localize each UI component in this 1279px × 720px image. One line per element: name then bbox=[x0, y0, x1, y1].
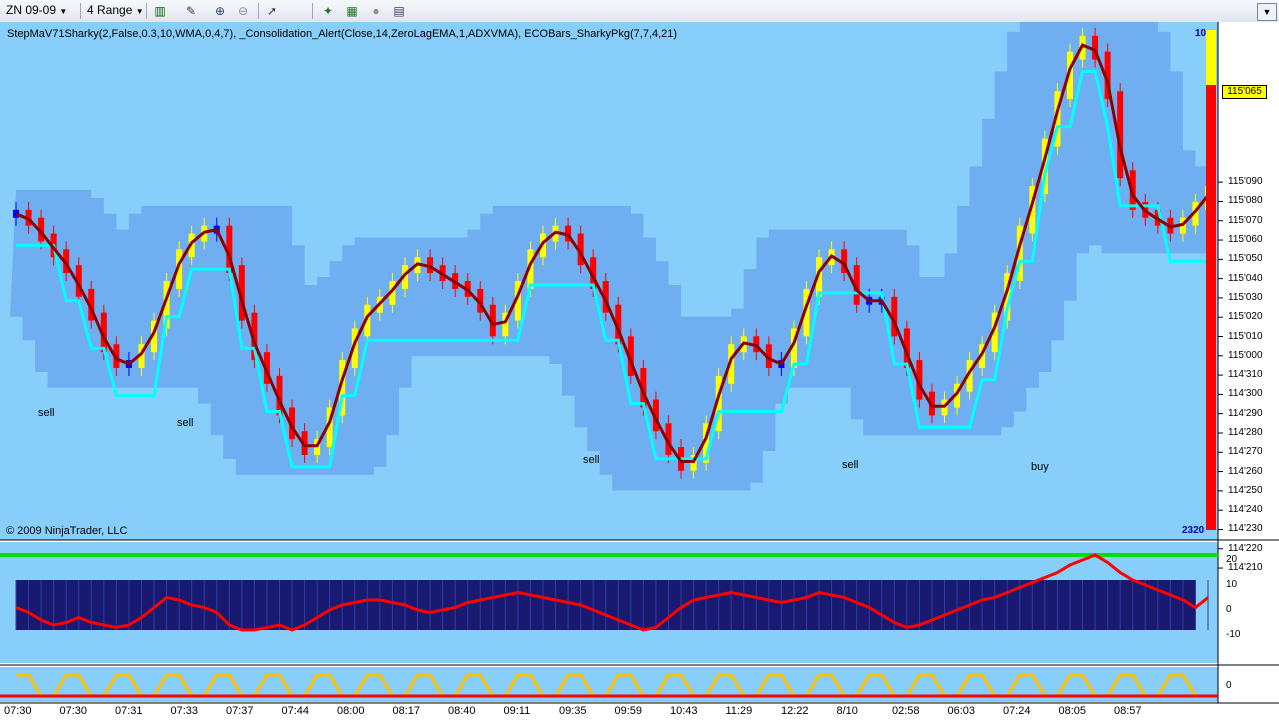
indicator-axis-tick: 20 bbox=[1226, 554, 1238, 565]
time-axis-tick: 07:33 bbox=[170, 705, 199, 717]
chevron-down-icon: ▼ bbox=[135, 7, 144, 16]
indicator-axis-tick: 0 bbox=[1226, 604, 1232, 615]
toolbar-separator bbox=[258, 3, 259, 19]
price-axis-tick: 114'270 bbox=[1228, 446, 1263, 458]
bar-type-icon[interactable]: ▥ bbox=[152, 3, 168, 19]
cursor-icon[interactable]: ➚ bbox=[264, 3, 280, 19]
price-axis-tick: 115'090 bbox=[1228, 176, 1263, 188]
copyright-label: © 2009 NinjaTrader, LLC bbox=[6, 525, 128, 537]
time-axis-tick: 06:03 bbox=[947, 705, 976, 717]
time-axis-tick: 07:30 bbox=[59, 705, 88, 717]
price-level-bar bbox=[1206, 85, 1216, 530]
chart-svg[interactable] bbox=[0, 22, 1279, 720]
price-axis-tick: 114'220 bbox=[1228, 542, 1263, 554]
price-axis-tick: 115'060 bbox=[1228, 234, 1263, 246]
interval-label: 4 Range bbox=[87, 3, 133, 17]
zoom-in-icon[interactable]: ⊕ bbox=[212, 3, 228, 19]
time-axis-tick: 09:11 bbox=[503, 705, 531, 717]
price-axis-tick: 115'020 bbox=[1228, 311, 1263, 323]
sell-annotation: sell bbox=[177, 417, 194, 429]
interval-dropdown[interactable]: 4 Range ▼ bbox=[87, 2, 144, 19]
time-axis-tick: 02:58 bbox=[892, 705, 920, 717]
chevron-down-icon[interactable]: ▼ bbox=[1257, 3, 1277, 21]
time-axis-tick: 08:40 bbox=[448, 705, 476, 717]
indicator-axis-tick: 10 bbox=[1226, 579, 1238, 590]
toolbar-separator bbox=[146, 3, 147, 19]
sell-annotation: sell bbox=[38, 407, 55, 419]
sell-annotation: sell bbox=[842, 459, 859, 471]
chart-area[interactable]: StepMaV71Sharky(2,False,0.3,10,WMA,0,4,7… bbox=[0, 22, 1279, 720]
indicator-icon[interactable]: ▦ bbox=[344, 3, 360, 19]
price-axis-tick: 114'250 bbox=[1228, 484, 1263, 496]
time-axis-tick: 07:37 bbox=[226, 705, 254, 717]
price-axis-tick: 114'310 bbox=[1228, 369, 1263, 381]
current-price-marker: 115'065 bbox=[1222, 85, 1267, 99]
indicator-axis-tick: -10 bbox=[1226, 629, 1241, 640]
time-axis-tick: 08:00 bbox=[337, 705, 365, 717]
price-axis-tick: 115'000 bbox=[1228, 349, 1263, 361]
sell-annotation: sell bbox=[583, 454, 600, 466]
sphere-icon[interactable]: ● bbox=[368, 3, 384, 19]
price-axis-tick: 114'260 bbox=[1228, 465, 1263, 477]
toolbar: ZN 09-09 ▼ 4 Range ▼ ▥ ✎ ⊕ ⊖ ➚ ✦ ▦ ● ▤ ▼ bbox=[0, 0, 1279, 23]
time-axis-tick: 09:59 bbox=[614, 705, 643, 717]
price-axis-tick: 114'280 bbox=[1228, 426, 1263, 438]
price-axis-tick: 115'040 bbox=[1228, 272, 1263, 284]
draw-tool-icon[interactable]: ✎ bbox=[183, 3, 199, 19]
price-axis-tick: 115'010 bbox=[1228, 330, 1263, 342]
price-axis-tick: 115'030 bbox=[1228, 291, 1263, 303]
price-axis-tick: 115'070 bbox=[1228, 214, 1263, 226]
price-axis-tick: 114'240 bbox=[1228, 504, 1263, 516]
price-axis-tick: 114'290 bbox=[1228, 407, 1263, 419]
time-axis-tick: 11:29 bbox=[725, 705, 753, 717]
time-axis-tick: 08:57 bbox=[1114, 705, 1142, 717]
strategy-icon[interactable]: ✦ bbox=[320, 3, 336, 19]
zoom-out-icon[interactable]: ⊖ bbox=[235, 3, 251, 19]
properties-icon[interactable]: ▤ bbox=[391, 3, 407, 19]
price-axis-tick: 114'300 bbox=[1228, 388, 1263, 400]
corner-bottom-label: 2320 bbox=[1182, 525, 1205, 536]
time-axis-tick: 07:31 bbox=[115, 705, 143, 717]
price-axis-tick: 115'080 bbox=[1228, 195, 1263, 207]
time-axis-tick: 8/10 bbox=[836, 705, 858, 717]
time-axis-tick: 07:44 bbox=[281, 705, 310, 717]
price-axis-tick: 115'050 bbox=[1228, 253, 1263, 265]
time-axis-tick: 10:43 bbox=[670, 705, 698, 717]
time-axis-tick: 12:22 bbox=[781, 705, 809, 717]
chart-title: StepMaV71Sharky(2,False,0.3,10,WMA,0,4,7… bbox=[7, 28, 678, 40]
time-axis-tick: 07:30 bbox=[4, 705, 32, 717]
indicator-axis-tick: 0 bbox=[1226, 680, 1232, 691]
time-axis-tick: 08:05 bbox=[1058, 705, 1087, 717]
time-axis-tick: 08:17 bbox=[392, 705, 421, 717]
toolbar-separator bbox=[80, 3, 81, 19]
chevron-down-icon: ▼ bbox=[59, 7, 68, 16]
toolbar-separator bbox=[312, 3, 313, 19]
price-axis-tick: 114'230 bbox=[1228, 523, 1263, 535]
price-level-bar bbox=[1206, 30, 1216, 85]
instrument-dropdown[interactable]: ZN 09-09 ▼ bbox=[6, 2, 67, 19]
buy-annotation: buy bbox=[1031, 461, 1049, 473]
time-axis-tick: 07:24 bbox=[1003, 705, 1031, 717]
time-axis-tick: 09:35 bbox=[559, 705, 587, 717]
instrument-label: ZN 09-09 bbox=[6, 3, 57, 17]
corner-top-label: 10 bbox=[1195, 28, 1207, 39]
